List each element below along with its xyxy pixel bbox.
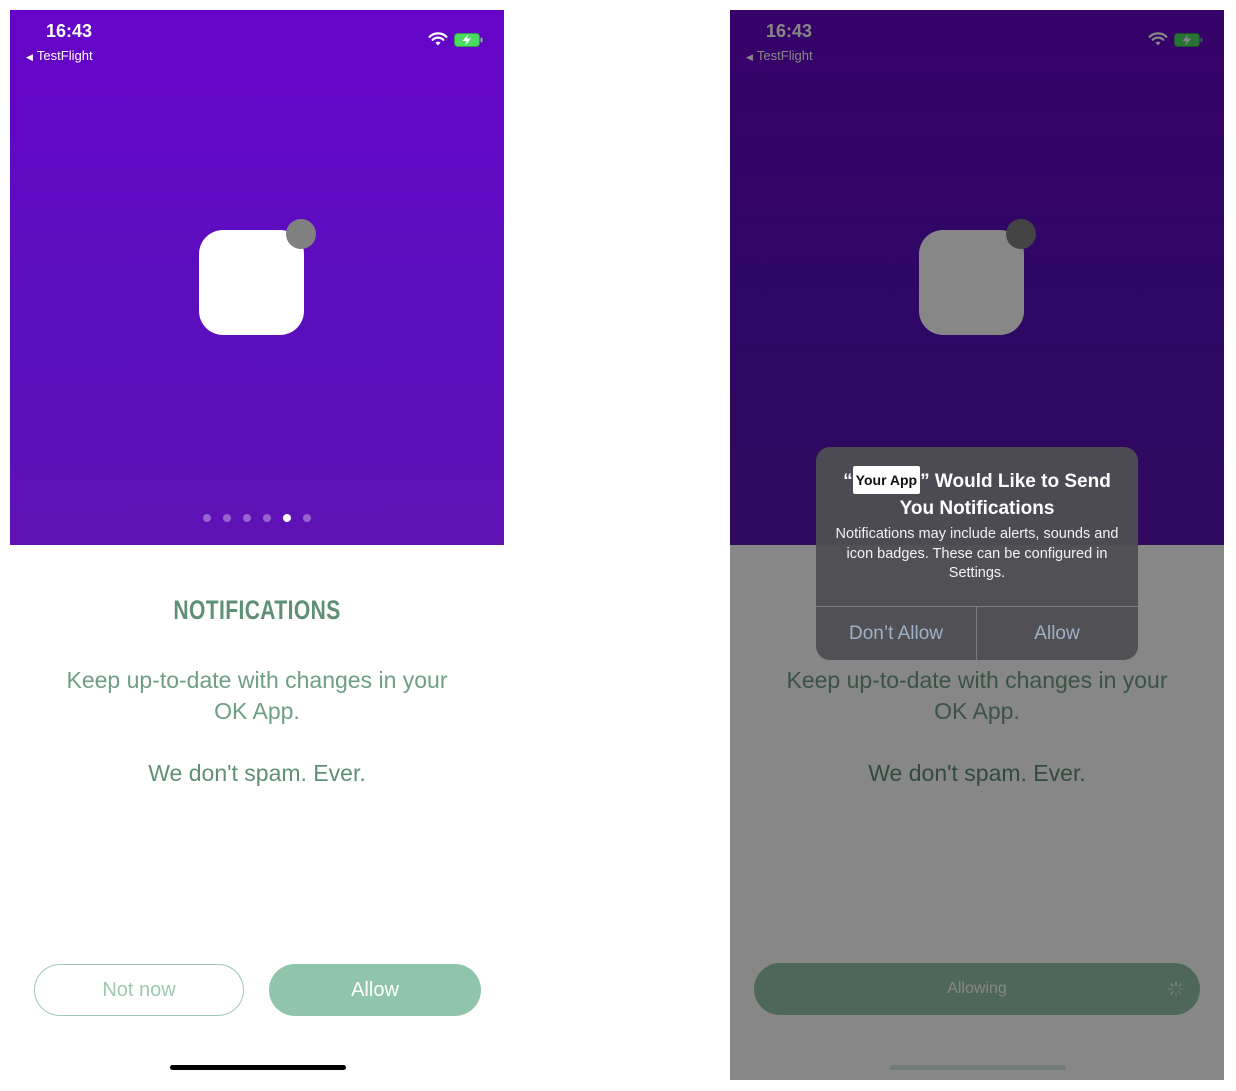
alert-allow-button[interactable]: Allow bbox=[977, 607, 1137, 660]
onboarding-screen: 16:43 ◀ TestFlight NOTIFICATIONS Keep up-… bbox=[10, 10, 504, 1080]
app-name-chip: Your App bbox=[852, 466, 921, 494]
description-line-1: Keep up-to-date with changes in your bbox=[66, 667, 448, 693]
description-line-2: OK App. bbox=[214, 698, 300, 724]
page-description: Keep up-to-date with changes in your OK … bbox=[10, 665, 504, 727]
back-to-testflight-link[interactable]: ◀ TestFlight bbox=[26, 48, 93, 63]
dont-allow-button[interactable]: Don’t Allow bbox=[816, 607, 976, 660]
no-spam-note: We don't spam. Ever. bbox=[148, 760, 366, 786]
page-title: NOTIFICATIONS bbox=[173, 595, 341, 625]
status-time: 16:43 bbox=[46, 21, 93, 41]
page-dot[interactable] bbox=[263, 514, 271, 522]
page-dot[interactable] bbox=[243, 514, 251, 522]
battery-charging-icon bbox=[454, 33, 483, 47]
page-dot[interactable] bbox=[203, 514, 211, 522]
page-dot-active[interactable] bbox=[283, 514, 291, 522]
app-icon-illustration bbox=[199, 230, 304, 335]
notification-badge-icon bbox=[286, 219, 316, 249]
alert-title-rest: ” Would Like to Send You Notifications bbox=[899, 471, 1111, 519]
alert-title: “Your App” Would Like to Send You Notifi… bbox=[826, 466, 1128, 522]
alert-title-quote-open: “ bbox=[843, 471, 853, 492]
allow-button[interactable]: Allow bbox=[269, 964, 481, 1016]
hero-banner: 16:43 ◀ TestFlight bbox=[10, 10, 504, 545]
alert-message: Notifications may include alerts, sounds… bbox=[835, 526, 1119, 581]
page-indicator bbox=[10, 514, 504, 522]
notification-permission-alert: “Your App” Would Like to Send You Notifi… bbox=[816, 447, 1138, 660]
not-now-button[interactable]: Not now bbox=[34, 964, 244, 1016]
home-indicator[interactable] bbox=[170, 1065, 346, 1070]
back-arrow-icon: ◀ bbox=[26, 52, 33, 62]
wifi-icon bbox=[428, 32, 448, 46]
page-dot[interactable] bbox=[223, 514, 231, 522]
back-app-label: TestFlight bbox=[36, 48, 93, 63]
permission-prompt-screen: 16:43 ◀ TestFlight Keep up-to-date with c… bbox=[730, 10, 1224, 1080]
page-dot[interactable] bbox=[303, 514, 311, 522]
